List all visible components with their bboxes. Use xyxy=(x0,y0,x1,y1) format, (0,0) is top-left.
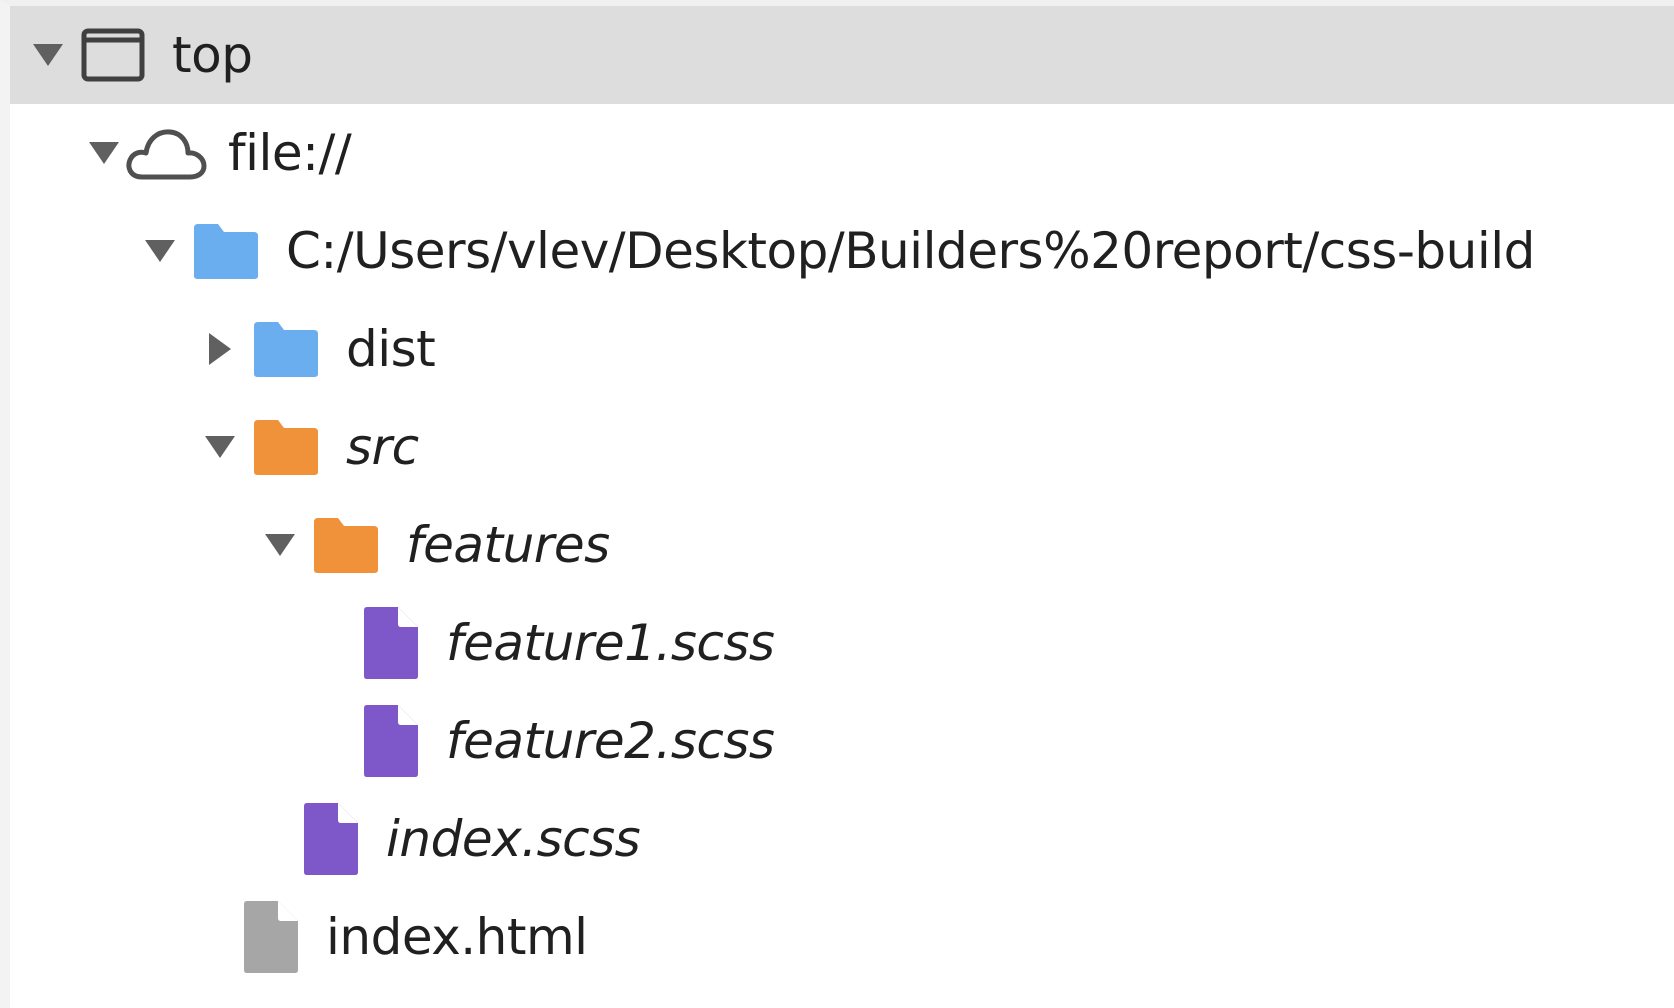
tree-row-index-html[interactable]: index.html xyxy=(10,888,1674,986)
expand-arrow-icon[interactable] xyxy=(142,233,178,269)
tree-row-label: C:/Users/vlev/Desktop/Builders%20report/… xyxy=(286,222,1535,280)
collapse-arrow-icon[interactable] xyxy=(202,331,238,367)
tree-row-label: file:// xyxy=(228,124,352,182)
tree-row-label: index.html xyxy=(326,908,588,966)
expand-arrow-icon[interactable] xyxy=(86,135,122,171)
stylesheet-file-icon xyxy=(302,802,360,876)
tree-row-label: feature1.scss xyxy=(446,614,775,672)
folder-icon xyxy=(252,320,320,378)
expand-arrow-icon[interactable] xyxy=(30,37,66,73)
folder-icon xyxy=(252,418,320,476)
tree-row-directory-root[interactable]: C:/Users/vlev/Desktop/Builders%20report/… xyxy=(10,202,1674,300)
folder-icon xyxy=(192,222,260,280)
resource-tree: top file:// C:/Users/vlev/Desktop/Builde… xyxy=(0,0,1674,1008)
tree-row-feature2-scss[interactable]: feature2.scss xyxy=(10,692,1674,790)
stylesheet-file-icon xyxy=(362,606,420,680)
tree-row-src[interactable]: src xyxy=(10,398,1674,496)
frame-icon xyxy=(80,27,146,83)
stylesheet-file-icon xyxy=(362,704,420,778)
tree-row-top[interactable]: top xyxy=(10,6,1674,104)
tree-row-features[interactable]: features xyxy=(10,496,1674,594)
expand-arrow-icon[interactable] xyxy=(262,527,298,563)
tree-row-label: dist xyxy=(346,320,436,378)
tree-row-origin[interactable]: file:// xyxy=(10,104,1674,202)
folder-icon xyxy=(312,516,380,574)
tree-row-dist[interactable]: dist xyxy=(10,300,1674,398)
tree-row-label: src xyxy=(346,418,419,476)
tree-row-feature1-scss[interactable]: feature1.scss xyxy=(10,594,1674,692)
tree-row-label: features xyxy=(406,516,610,574)
tree-row-label: feature2.scss xyxy=(446,712,775,770)
cloud-icon xyxy=(124,123,208,183)
tree-row-index-scss[interactable]: index.scss xyxy=(10,790,1674,888)
tree-row-label: index.scss xyxy=(386,810,641,868)
expand-arrow-icon[interactable] xyxy=(202,429,238,465)
document-file-icon xyxy=(242,900,300,974)
tree-row-label: top xyxy=(172,26,253,84)
